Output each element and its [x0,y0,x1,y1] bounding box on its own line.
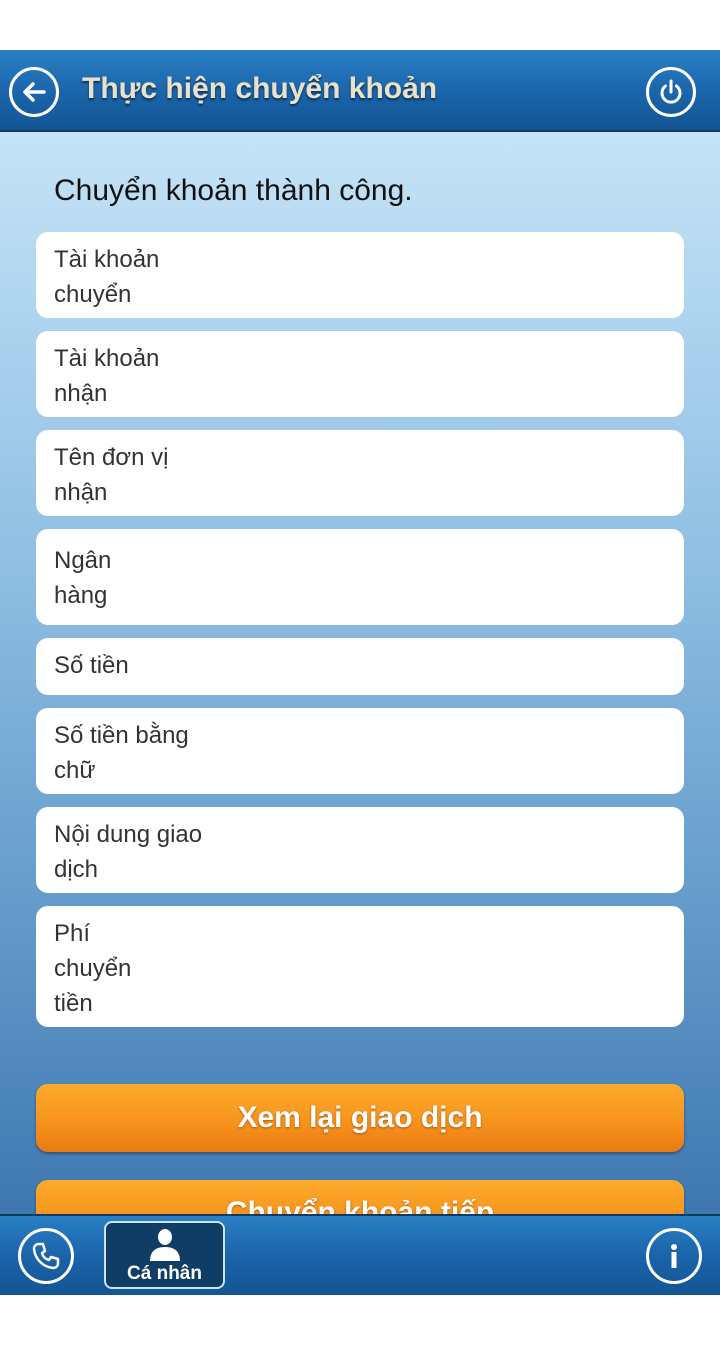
page-title: Thực hiện chuyển khoản [82,72,438,105]
field-transfer-fee: Phí chuyển tiền [36,906,684,1027]
status-bar-area [0,0,720,50]
success-message: Chuyển khoản thành công. [54,174,413,207]
back-arrow-icon [23,82,46,102]
app-header: Thực hiện chuyển khoản [0,50,720,132]
field-label: Tài khoản chuyển [54,246,160,308]
review-transaction-button[interactable]: Xem lại giao dịch [36,1084,684,1152]
field-label: Số tiền [54,652,129,679]
field-label: Tên đơn vị nhận [54,444,169,506]
field-label: Tài khoản nhận [54,345,160,407]
field-bank: Ngân hàng [36,529,684,625]
tab-personal-label: Cá nhân [127,1263,202,1284]
continue-transfer-button[interactable]: Chuyển khoản tiếp [36,1180,684,1214]
field-source-account: Tài khoản chuyển [36,232,684,318]
field-label: Phí chuyển tiền [54,920,132,1017]
field-amount: Số tiền [36,638,684,695]
tab-personal[interactable]: Cá nhân [104,1221,225,1289]
field-destination-account: Tài khoản nhận [36,331,684,417]
back-button[interactable] [9,67,59,117]
bottom-blank-area [0,1295,720,1365]
main-content[interactable]: Chuyển khoản thành công. Tài khoản chuyể… [0,132,720,1214]
field-transaction-content: Nội dung giao dịch [36,807,684,893]
field-label: Nội dung giao dịch [54,821,203,883]
field-amount-in-words: Số tiền bằng chữ [36,708,684,794]
power-icon [660,79,682,104]
field-label: Ngân hàng [54,547,112,609]
info-icon [671,1244,677,1268]
field-recipient-name: Tên đơn vị nhận [36,430,684,516]
field-label: Số tiền bằng chữ [54,722,189,784]
logout-button[interactable] [646,67,696,117]
phone-tab[interactable] [18,1228,74,1284]
info-tab[interactable] [646,1228,702,1284]
user-icon [150,1229,180,1261]
phone-icon [32,1242,60,1270]
bottom-tab-bar: Cá nhân [0,1214,720,1295]
